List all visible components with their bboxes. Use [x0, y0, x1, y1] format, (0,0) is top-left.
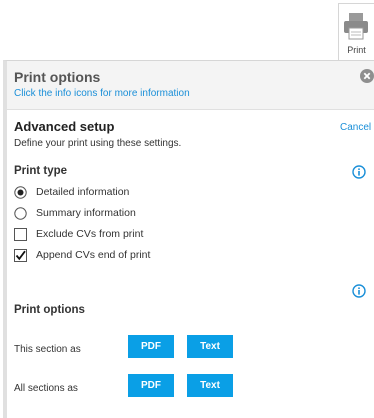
close-icon[interactable] [360, 69, 374, 83]
print-tab[interactable]: Print [338, 3, 374, 61]
cancel-link[interactable]: Cancel [340, 122, 371, 133]
this-section-label: This section as [14, 344, 81, 355]
print-options-title: Print options [14, 304, 85, 316]
option-label: Summary information [36, 207, 136, 219]
this-section-text-button[interactable]: Text [187, 335, 233, 358]
advanced-setup-description: Define your print using these settings. [14, 138, 182, 149]
print-type-title: Print type [14, 165, 68, 177]
option-label: Detailed information [36, 186, 130, 198]
panel-header: Print options Click the info icons for m… [7, 61, 374, 109]
header-divider [7, 109, 374, 110]
radio-button[interactable] [14, 207, 27, 220]
panel-title: Print options [14, 69, 101, 85]
option-label: Append CVs end of print [36, 249, 151, 261]
checkbox-checked[interactable] [14, 249, 27, 262]
info-icon[interactable] [352, 284, 366, 298]
all-sections-label: All sections as [14, 383, 78, 394]
option-label: Exclude CVs from print [36, 228, 144, 240]
panel-subtitle: Click the info icons for more informatio… [14, 88, 190, 99]
all-sections-text-button[interactable]: Text [187, 374, 233, 397]
print-options-panel: Print options Click the info icons for m… [3, 60, 374, 418]
checkbox[interactable] [14, 228, 27, 241]
printer-icon [344, 13, 368, 40]
advanced-setup-title: Advanced setup [14, 119, 115, 134]
radio-button-checked[interactable] [14, 186, 27, 199]
all-sections-pdf-button[interactable]: PDF [128, 374, 174, 397]
print-tab-label: Print [347, 45, 366, 55]
this-section-pdf-button[interactable]: PDF [128, 335, 174, 358]
info-icon[interactable] [352, 165, 366, 179]
